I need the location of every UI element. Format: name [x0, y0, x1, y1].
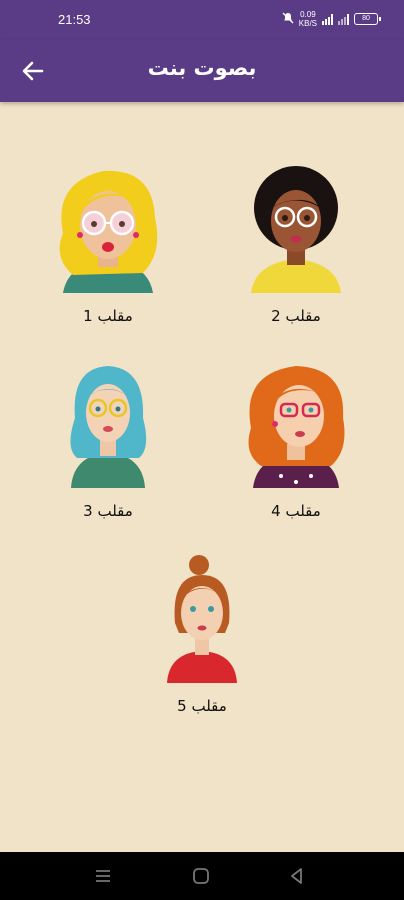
- prank-label-4: مقلب 4: [271, 502, 321, 520]
- signal-icon: [322, 13, 333, 25]
- status-icons: 0.09 KB/S 80: [282, 10, 381, 28]
- prank-card-2[interactable]: مقلب 2: [221, 163, 371, 325]
- status-time: 21:53: [58, 12, 91, 27]
- system-nav-bar: [0, 852, 404, 900]
- girl-avatar-3: [70, 366, 147, 488]
- recent-apps-button[interactable]: [93, 866, 113, 886]
- home-icon: [193, 868, 209, 884]
- girl-avatar-5: [167, 555, 237, 683]
- battery-icon: 80: [354, 13, 381, 25]
- menu-icon: [96, 870, 110, 882]
- page-title: بصوت بنت: [147, 56, 257, 80]
- back-nav-button[interactable]: [287, 866, 307, 886]
- prank-label-1: مقلب 1: [83, 307, 133, 325]
- prank-card-5[interactable]: مقلب 5: [127, 553, 277, 715]
- network-speed: 0.09 KB/S: [298, 10, 317, 28]
- girl-avatar-1: [59, 170, 158, 293]
- prank-card-3[interactable]: مقلب 3: [33, 358, 183, 520]
- prank-card-4[interactable]: مقلب 4: [221, 358, 371, 520]
- status-bar: 21:53 0.09 KB/S 80: [0, 0, 404, 40]
- signal-icon-2: [338, 13, 349, 25]
- app-bar: بصوت بنت: [0, 40, 404, 102]
- prank-card-1[interactable]: مقلب 1: [33, 163, 183, 325]
- girl-avatar-4: [248, 366, 345, 488]
- home-button[interactable]: [191, 866, 211, 886]
- prank-label-5: مقلب 5: [177, 697, 227, 715]
- triangle-back-icon: [291, 868, 302, 884]
- mute-icon: [282, 12, 294, 27]
- prank-label-3: مقلب 3: [83, 502, 133, 520]
- girl-avatar-2: [251, 166, 341, 293]
- prank-label-2: مقلب 2: [271, 307, 321, 325]
